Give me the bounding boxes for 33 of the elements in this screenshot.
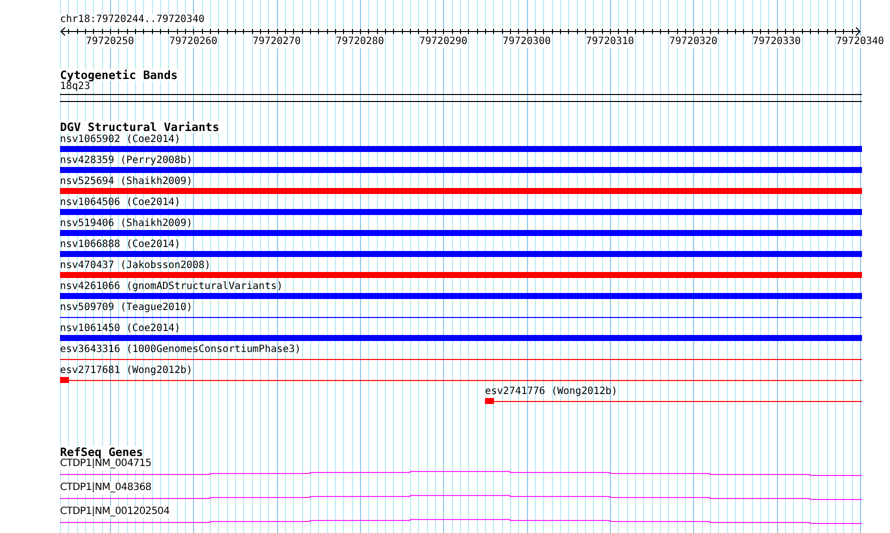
ruler-tick-label: 79720280	[336, 36, 384, 48]
gene-label: CTDP1|NM_001202504	[60, 506, 170, 518]
feature-label: nsv1065902 (Coe2014)	[60, 133, 180, 146]
ruler-tick-label: 79720250	[86, 36, 134, 48]
feature-label: nsv4261066 (gnomADStructuralVariants)	[60, 280, 283, 293]
feature-label: esv2741776 (Wong2012b)	[485, 385, 618, 398]
ruler-tick-label: 79720340	[836, 36, 884, 48]
feature-label: nsv428359 (Perry2008b)	[60, 154, 192, 167]
ruler-tick-label: 79720260	[169, 36, 218, 48]
track-title: RefSeq Genes	[60, 446, 144, 458]
gene-label: CTDP1|NM_004715	[60, 458, 152, 470]
feature-label: nsv509709 (Teague2010)	[60, 301, 192, 314]
track-title: Cytogenetic Bands	[60, 69, 178, 81]
feature-label: esv3643316 (1000GenomesConsortiumPhase3)	[60, 343, 301, 356]
feature-label: nsv525694 (Shaikh2009)	[60, 175, 192, 188]
ruler-tick-label: 79720300	[502, 36, 551, 48]
ruler-tick-label: 79720320	[669, 36, 718, 48]
track-title: DGV Structural Variants	[60, 121, 220, 133]
ruler-tick-label: 79720310	[586, 36, 634, 48]
feature-label: nsv1064506 (Coe2014)	[60, 196, 180, 209]
ruler-tick-label: 79720290	[419, 36, 468, 48]
ruler-tick-label: 79720330	[752, 36, 801, 48]
band-label: 18q23	[60, 81, 90, 92]
feature-label: esv2717681 (Wong2012b)	[60, 364, 192, 377]
ruler-tick-label: 79720270	[252, 36, 301, 48]
feature-label: nsv470437 (Jakobsson2008)	[60, 259, 211, 272]
gene-label: CTDP1|NM_048368	[60, 482, 152, 494]
feature-label: nsv1066888 (Coe2014)	[60, 238, 180, 251]
variant-block	[60, 377, 69, 383]
location-label: chr18:79720244..79720340	[60, 14, 204, 26]
variant-block	[485, 398, 494, 404]
feature-label: nsv519406 (Shaikh2009)	[60, 217, 192, 230]
feature-label: nsv1061450 (Coe2014)	[60, 322, 180, 335]
